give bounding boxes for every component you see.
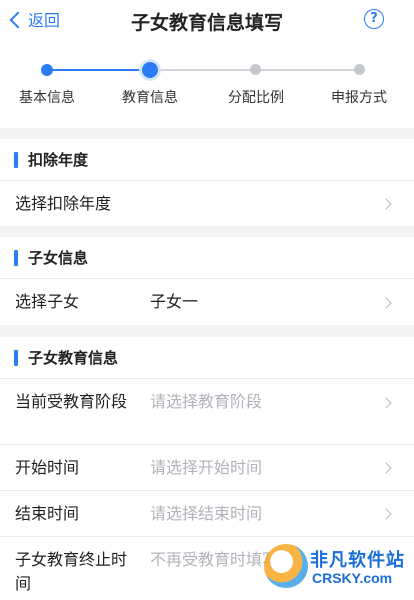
chevron-right-icon (380, 198, 392, 210)
top-bar: 返回 子女教育信息填写 ? (0, 0, 414, 40)
page-title: 子女教育信息填写 (130, 12, 283, 34)
logo-emblem-icon (264, 544, 308, 588)
step-dot-basic-info (41, 64, 53, 76)
start-time-placeholder: 请选择开始时间 (150, 458, 263, 477)
education-stage-placeholder: 请选择教育阶段 (150, 392, 263, 411)
section-title: 扣除年度 (28, 151, 89, 169)
section-header-deduction-year: 扣除年度 (0, 139, 414, 180)
stepper-line-completed (47, 69, 150, 71)
section-header-child-info: 子女信息 (0, 237, 414, 278)
select-deduction-year-row[interactable]: 选择扣除年度 (0, 180, 414, 226)
row-label: 选择扣除年度 (15, 194, 112, 213)
step-label-basic-info: 基本信息 (19, 90, 75, 106)
education-stage-row[interactable]: 当前受教育阶段 请选择教育阶段 (0, 378, 414, 444)
chevron-right-icon (380, 508, 392, 520)
end-time-placeholder: 请选择结束时间 (150, 504, 263, 523)
help-icon[interactable]: ? (364, 9, 384, 29)
chevron-right-icon (380, 462, 392, 474)
step-label-allocation: 分配比例 (228, 90, 284, 106)
watermark-logo: 非凡软件站 CRSKY.com (260, 542, 410, 594)
step-dot-declaration (354, 64, 365, 75)
section-accent-bar (14, 152, 18, 168)
row-label: 结束时间 (15, 504, 80, 523)
section-title: 子女教育信息 (28, 349, 119, 367)
step-label-education-info: 教育信息 (122, 90, 178, 106)
chevron-right-icon (380, 397, 392, 409)
watermark-subtitle: CRSKY.com (312, 570, 393, 586)
select-child-row[interactable]: 选择子女 子女一 (0, 278, 414, 325)
section-accent-bar (14, 250, 18, 266)
row-label: 当前受教育阶段 (15, 392, 128, 411)
end-time-row[interactable]: 结束时间 请选择结束时间 (0, 490, 414, 536)
section-title: 子女信息 (28, 249, 89, 267)
step-dot-allocation (250, 64, 261, 75)
step-label-declaration: 申报方式 (331, 90, 387, 106)
row-label: 选择子女 (15, 292, 80, 311)
start-time-row[interactable]: 开始时间 请选择开始时间 (0, 444, 414, 490)
row-label: 开始时间 (15, 458, 80, 477)
section-accent-bar (14, 350, 18, 366)
chevron-right-icon (380, 297, 392, 309)
termination-time-placeholder: 不再受教育时填写 (150, 550, 270, 569)
child-value: 子女一 (150, 292, 199, 311)
row-label: 子女教育终止时间 (15, 550, 128, 593)
section-header-education-info: 子女教育信息 (0, 337, 414, 378)
step-dot-education-info (142, 62, 158, 78)
watermark-title: 非凡软件站 (310, 550, 405, 571)
progress-stepper: 基本信息 教育信息 分配比例 申报方式 (0, 40, 414, 128)
